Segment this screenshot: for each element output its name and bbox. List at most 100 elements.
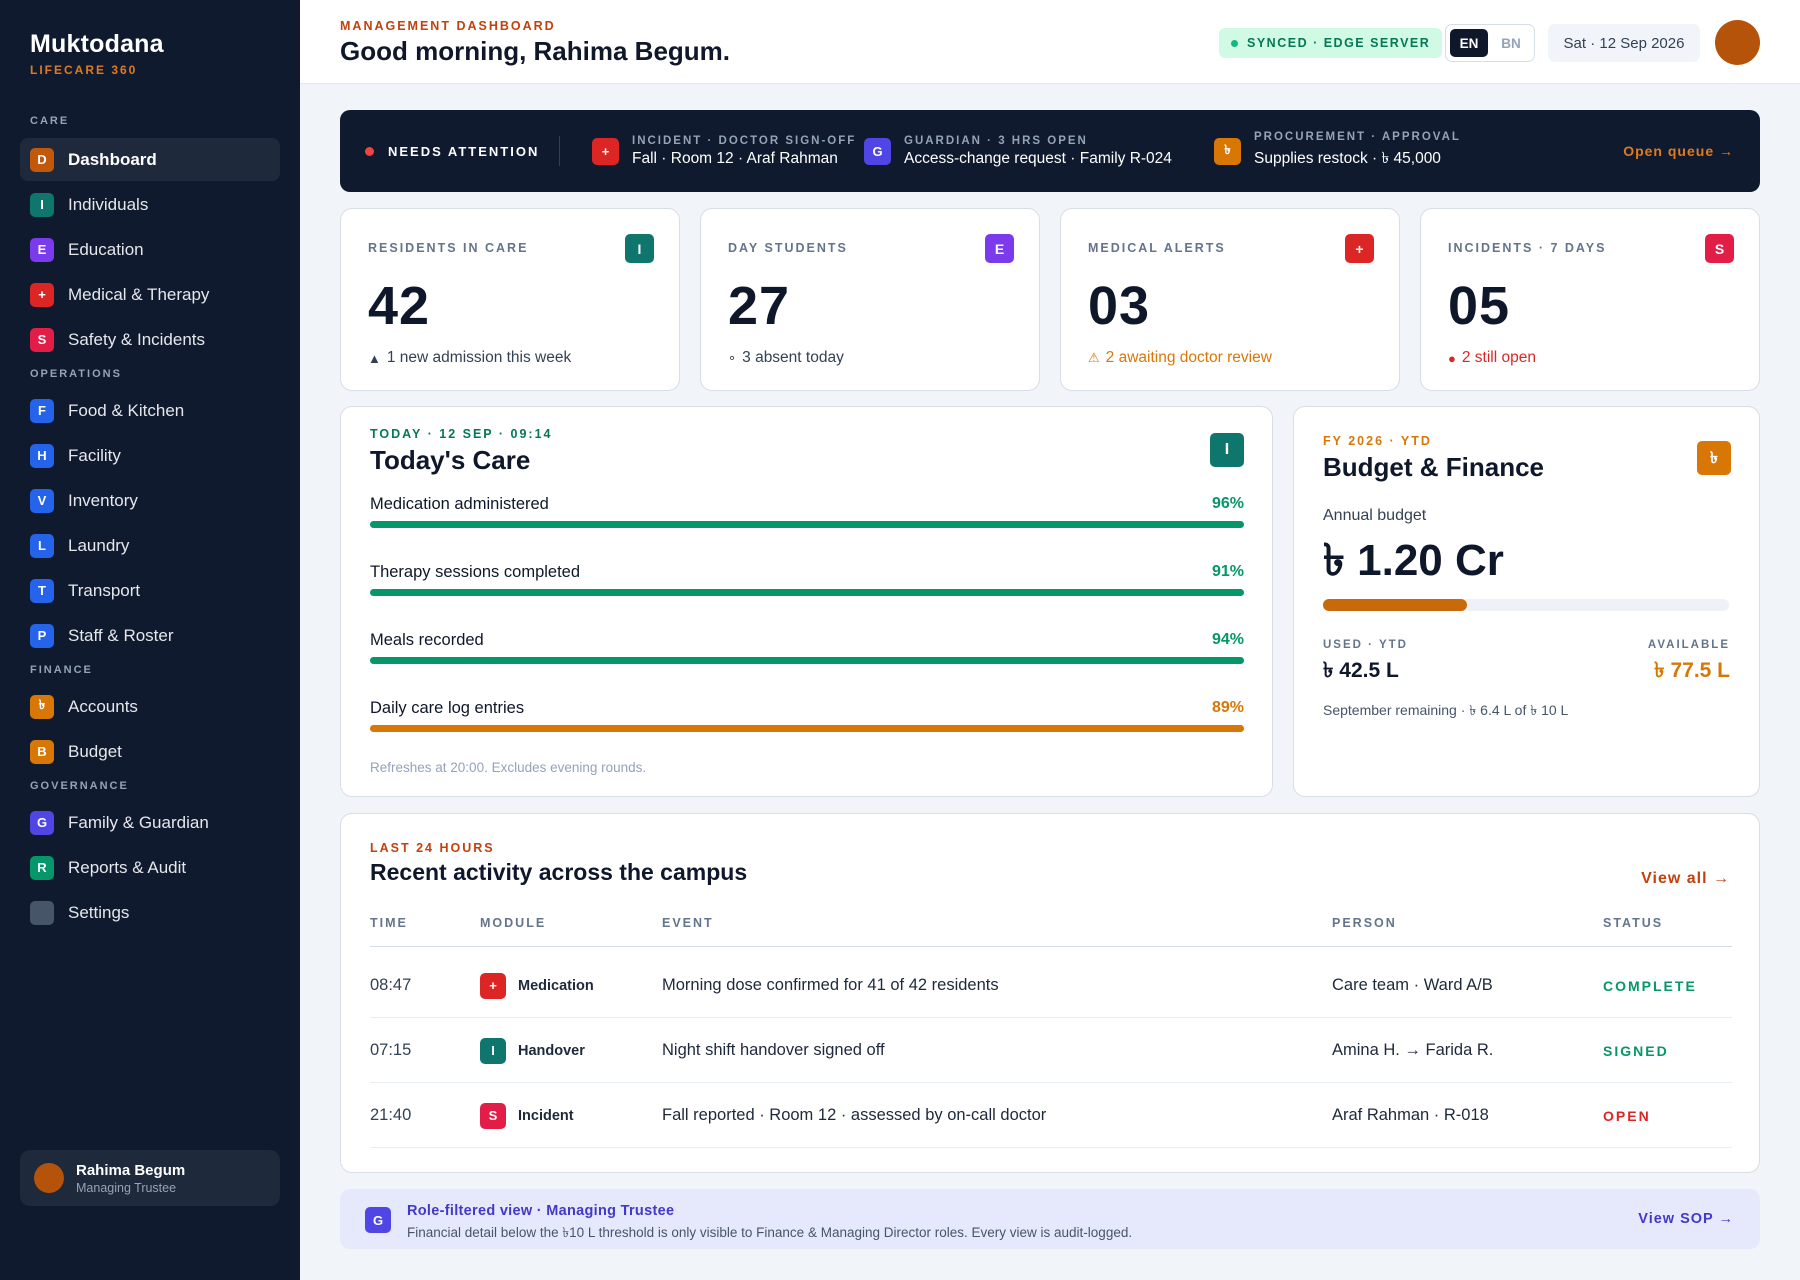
sidebar-item-dashboard[interactable]: D Dashboard bbox=[20, 138, 280, 181]
sidebar: Muktodana LIFECARE 360 CARE D Dashboard I In… bbox=[0, 0, 300, 1280]
sidebar-item-transport[interactable]: T Transport bbox=[20, 569, 280, 612]
table-row[interactable]: 07:15 I Handover Night shift handover signe… bbox=[370, 1018, 1732, 1083]
nav-badge-icon: E bbox=[30, 237, 54, 262]
recent-activity-card: LAST 24 HOURS Recent activity across the… bbox=[340, 813, 1760, 1173]
sidebar-item-family-guardian[interactable]: G Family & Guardian bbox=[20, 801, 280, 844]
attention-item-incident[interactable]: + INCIDENT · DOCTOR SIGN-OFF Fall · Room… bbox=[592, 110, 856, 192]
table-row[interactable]: 21:40 S Incident Fall reported · Room 12 · … bbox=[370, 1083, 1732, 1148]
nav-section-label: CARE bbox=[30, 115, 70, 127]
progress-fill bbox=[370, 521, 1244, 528]
sidebar-item-label: Dashboard bbox=[68, 149, 157, 169]
stat-card-medical[interactable]: MEDICAL ALERTS + 03 ⚠ 2 awaiting doctor r… bbox=[1060, 208, 1400, 391]
stat-label: INCIDENTS · 7 DAYS bbox=[1448, 241, 1607, 255]
finance-eyebrow: FY 2026 · YTD bbox=[1323, 434, 1432, 448]
care-progress-row: Medication administered 96% bbox=[370, 495, 1244, 528]
annual-budget-label: Annual budget bbox=[1323, 507, 1427, 524]
stat-note: ⚠ 2 awaiting doctor review bbox=[1088, 349, 1272, 367]
top-header: MANAGEMENT DASHBOARD Good morning, Rahim… bbox=[300, 0, 1800, 84]
nav-badge-icon: F bbox=[30, 398, 54, 423]
red-dot-icon: ● bbox=[1448, 350, 1456, 366]
date-chip[interactable]: Sat · 12 Sep 2026 bbox=[1548, 24, 1700, 62]
header-avatar[interactable] bbox=[1715, 20, 1760, 65]
care-footnote: Refreshes at 20:00. Excludes evening rou… bbox=[370, 760, 647, 775]
column-header-status[interactable]: STATUS bbox=[1603, 916, 1663, 930]
sidebar-item-education[interactable]: E Education bbox=[20, 228, 280, 271]
column-header-time[interactable]: TIME bbox=[370, 916, 408, 930]
nav-badge-icon: V bbox=[30, 488, 54, 513]
alert-dot-icon bbox=[365, 146, 374, 156]
needs-attention-label: NEEDS ATTENTION bbox=[365, 110, 539, 192]
attention-item-procurement[interactable]: ৳ PROCUREMENT · APPROVAL Supplies restoc… bbox=[1214, 110, 1461, 192]
nav-badge-icon: L bbox=[30, 533, 54, 558]
lang-en-button[interactable]: EN bbox=[1450, 29, 1488, 57]
banner-text: Financial detail below the ৳10 L thresho… bbox=[407, 1225, 1133, 1240]
cell-person: Amina H. → Farida R. bbox=[1332, 1041, 1494, 1059]
sidebar-item-laundry[interactable]: L Laundry bbox=[20, 524, 280, 567]
nav-badge-icon: R bbox=[30, 855, 54, 880]
stat-card-residents[interactable]: RESIDENTS IN CARE I 42 ▲ 1 new admission … bbox=[340, 208, 680, 391]
attention-item-guardian[interactable]: G GUARDIAN · 3 HRS OPEN Access-change re… bbox=[864, 110, 1172, 192]
column-header-event[interactable]: EVENT bbox=[662, 916, 714, 930]
sidebar-item-reports-audit[interactable]: R Reports & Audit bbox=[20, 846, 280, 889]
stat-card-students[interactable]: DAY STUDENTS E 27 ∘ 3 absent today bbox=[700, 208, 1040, 391]
budget-finance-card: FY 2026 · YTD Budget & Finance ৳ Annual … bbox=[1293, 406, 1760, 797]
sidebar-item-label: Reports & Audit bbox=[68, 857, 187, 877]
table-header: TIME MODULE EVENT PERSON STATUS bbox=[370, 916, 1732, 947]
progress-label: Medication administered bbox=[370, 495, 549, 513]
column-header-person[interactable]: PERSON bbox=[1332, 916, 1397, 930]
sidebar-item-accounts[interactable]: ৳ Accounts bbox=[20, 685, 280, 728]
care-eyebrow: TODAY · 12 SEP · 09:14 bbox=[370, 427, 553, 441]
cell-module: I Handover bbox=[480, 1018, 585, 1083]
sidebar-item-safety-incidents[interactable]: S Safety & Incidents bbox=[20, 318, 280, 361]
nav-badge-icon: S bbox=[30, 327, 54, 352]
stat-card-incidents[interactable]: INCIDENTS · 7 DAYS S 05 ● 2 still open bbox=[1420, 208, 1760, 391]
activity-title: Recent activity across the campus bbox=[370, 859, 748, 885]
sidebar-item-individuals[interactable]: I Individuals bbox=[20, 183, 280, 226]
care-title: Today's Care bbox=[370, 445, 531, 475]
brand-name: Muktodana bbox=[30, 30, 164, 58]
sidebar-item-staff-roster[interactable]: P Staff & Roster bbox=[20, 614, 280, 657]
module-badge-icon: I bbox=[480, 1037, 506, 1064]
sidebar-item-budget[interactable]: B Budget bbox=[20, 730, 280, 773]
sidebar-item-facility[interactable]: H Facility bbox=[20, 434, 280, 477]
view-all-link[interactable]: View all → bbox=[1641, 870, 1730, 888]
sidebar-item-settings[interactable]: Settings bbox=[20, 891, 280, 934]
status-dot-icon bbox=[1231, 39, 1238, 47]
stat-value: 05 bbox=[1448, 276, 1511, 336]
stat-note-text: 2 still open bbox=[1461, 349, 1536, 366]
view-sop-link[interactable]: View SOP → bbox=[1638, 1189, 1734, 1249]
sidebar-item-medical-therapy[interactable]: + Medical & Therapy bbox=[20, 273, 280, 316]
nav-badge-icon bbox=[30, 900, 54, 925]
nav-badge-icon: ৳ bbox=[30, 694, 54, 719]
attention-text: Access-change request · Family R-024 bbox=[904, 149, 1172, 167]
user-name: Rahima Begum bbox=[76, 1161, 186, 1179]
progress-fill bbox=[370, 657, 1244, 664]
nav-section-label: OPERATIONS bbox=[30, 368, 122, 380]
attention-text: Fall · Room 12 · Araf Rahman bbox=[632, 149, 838, 167]
open-queue-link[interactable]: Open queue → bbox=[1623, 110, 1734, 192]
stat-label: RESIDENTS IN CARE bbox=[368, 241, 529, 255]
progress-value: 96% bbox=[1211, 495, 1244, 512]
user-card[interactable]: Rahima Begum Managing Trustee bbox=[20, 1150, 280, 1206]
annual-budget-value: ৳ 1.20 Cr bbox=[1323, 536, 1504, 585]
sync-status-badge: SYNCED · EDGE SERVER bbox=[1219, 28, 1443, 58]
lang-bn-button[interactable]: BN bbox=[1492, 29, 1530, 57]
column-header-module[interactable]: MODULE bbox=[480, 916, 546, 930]
cell-module: + Medication bbox=[480, 953, 594, 1018]
sidebar-item-label: Food & Kitchen bbox=[68, 400, 185, 420]
user-role: Managing Trustee bbox=[76, 1180, 177, 1195]
used-value: ৳ 42.5 L bbox=[1323, 659, 1399, 682]
cell-event: Night shift handover signed off bbox=[662, 1041, 885, 1059]
table-row[interactable]: 08:47 + Medication Morning dose confirmed f… bbox=[370, 953, 1732, 1018]
progress-fill bbox=[370, 589, 1244, 596]
stat-label: DAY STUDENTS bbox=[728, 241, 848, 255]
nav-badge-icon: T bbox=[30, 578, 54, 603]
sidebar-item-inventory[interactable]: V Inventory bbox=[20, 479, 280, 522]
sidebar-item-label: Family & Guardian bbox=[68, 812, 209, 832]
sidebar-item-food-kitchen[interactable]: F Food & Kitchen bbox=[20, 389, 280, 432]
progress-label: Therapy sessions completed bbox=[370, 563, 581, 581]
safety-icon: S bbox=[1705, 234, 1734, 263]
stat-value: 03 bbox=[1088, 276, 1151, 336]
medical-cross-icon: + bbox=[1345, 234, 1374, 263]
education-icon: E bbox=[985, 234, 1014, 263]
